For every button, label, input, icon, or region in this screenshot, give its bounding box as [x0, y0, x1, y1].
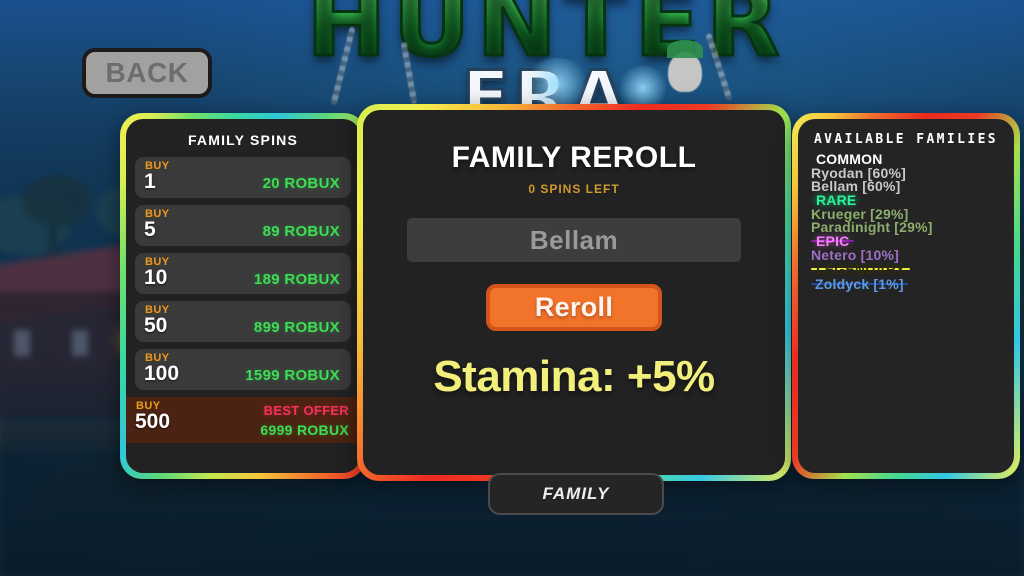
- family-tier-header: COMMON: [816, 151, 883, 167]
- spin-price: 6999 ROBUX: [260, 422, 349, 438]
- reroll-title: FAMILY REROLL: [451, 141, 697, 174]
- back-button-label: BACK: [105, 57, 189, 88]
- spin-price: 20 ROBUX: [262, 175, 340, 192]
- spin-row[interactable]: BUY 10 189 ROBUX: [135, 253, 351, 294]
- family-reroll-panel: FAMILY REROLL 0 SPINS LEFT Bellam Reroll…: [357, 104, 791, 481]
- family-tier-header: LEGENDARY: [811, 262, 911, 276]
- current-family-value: Bellam: [529, 224, 619, 255]
- spin-quantity: 100: [144, 362, 180, 385]
- current-family-field[interactable]: Bellam: [407, 218, 741, 262]
- family-tier-header: EPIC: [811, 234, 855, 248]
- spin-row-best-offer[interactable]: BUY 500 BEST OFFER 6999 ROBUX: [126, 397, 360, 443]
- spin-row[interactable]: BUY 5 89 ROBUX: [135, 205, 351, 246]
- game-screen: HUNTER ERA BACK FAMILY FAMILY SPINS BUY1…: [0, 0, 1024, 576]
- spin-row[interactable]: BUY 50 899 ROBUX: [135, 301, 351, 342]
- reroll-button-label: Reroll: [534, 292, 614, 322]
- spin-row[interactable]: BUY 100 1599 ROBUX: [135, 349, 351, 390]
- stat-bonus-text: Stamina: +5%: [433, 352, 715, 401]
- spin-quantity: 50: [144, 314, 168, 337]
- back-button[interactable]: BACK: [82, 48, 212, 98]
- spin-quantity: 5: [144, 218, 156, 241]
- best-offer-badge: BEST OFFER: [263, 403, 349, 418]
- spin-quantity: 1: [144, 170, 156, 193]
- spin-quantity: 10: [144, 266, 168, 289]
- spin-purchase-list: BUY 1 20 ROBUX BUY 5 89 ROBUX BUY 10 189 ROBUX BU…: [126, 157, 360, 443]
- spin-price: 189 ROBUX: [253, 271, 340, 288]
- spins-left-label: 0 SPINS LEFT: [528, 182, 620, 196]
- spin-price: 899 ROBUX: [253, 319, 340, 336]
- family-spins-panel: FAMILY SPINS BUY 1 20 ROBUX BUY 5 89 ROBUX BUY…: [120, 113, 366, 479]
- family-spins-title: FAMILY SPINS: [187, 132, 299, 148]
- spin-price: 89 ROBUX: [262, 223, 340, 240]
- family-tab-label: FAMILY: [542, 484, 610, 503]
- families-tier-list: COMMON Ryodan [60%] Bellam [60%] RARE Kruege…: [811, 151, 933, 292]
- spin-price: 1599 ROBUX: [245, 367, 340, 384]
- family-entry: Zoldyck [1%]: [811, 277, 908, 291]
- family-tab[interactable]: FAMILY: [488, 473, 664, 515]
- reroll-button[interactable]: Reroll: [486, 284, 662, 331]
- spin-quantity: 500: [135, 410, 171, 433]
- available-families-panel: AVAILABLE FAMILIES COMMON Ryodan [60%] Bel…: [792, 113, 1020, 479]
- family-tier-header: RARE: [811, 193, 862, 207]
- spin-row[interactable]: BUY 1 20 ROBUX: [135, 157, 351, 198]
